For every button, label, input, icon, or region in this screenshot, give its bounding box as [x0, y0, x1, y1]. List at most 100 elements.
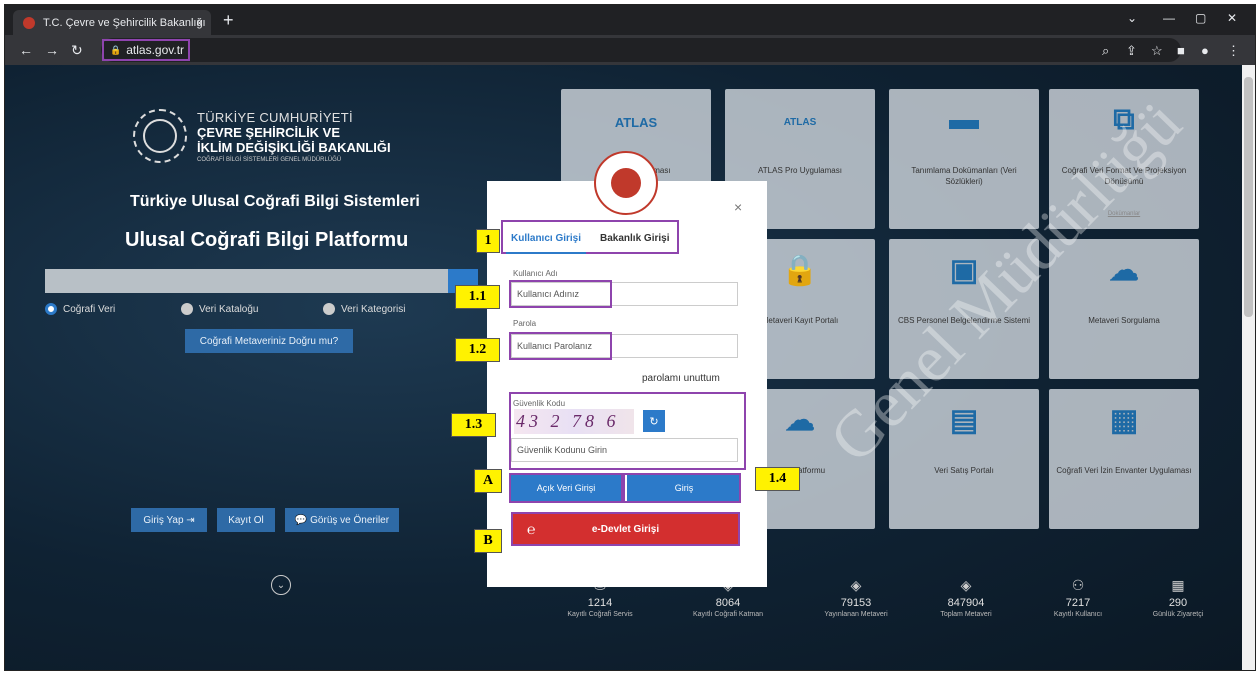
omnibox[interactable]: [101, 38, 1181, 62]
card-title: ATLAS Pro Uygulaması: [758, 166, 842, 175]
stat-label: Günlük Ziyaretçi: [1152, 611, 1204, 618]
cloud-icon: ☁: [1109, 254, 1139, 287]
feedback-icon: 💬: [294, 514, 308, 526]
radio-label: Veri Kataloğu: [199, 303, 259, 315]
ministry-header: TÜRKİYE CUMHURİYETİ ÇEVRE ŞEHİRCİLİK VE …: [133, 109, 391, 163]
security-label: Güvenlik Kodu: [513, 399, 566, 408]
card-format-donusum[interactable]: ⧉ Coğrafi Veri Format Ve Projeksiyon Dön…: [1049, 89, 1199, 229]
url-field[interactable]: 🔒 atlas.gov.tr: [102, 39, 190, 61]
search-input[interactable]: [45, 269, 475, 293]
open-data-highlight: [509, 473, 623, 503]
stat-value: 8064: [715, 597, 741, 609]
platform-subtitle: Türkiye Ulusal Coğrafi Bilgi Sistemleri: [130, 193, 420, 210]
marker-1-2: 1.2: [455, 338, 500, 362]
card-title: Veri Satış Portalı: [934, 466, 994, 475]
browser-window: T.C. Çevre ve Şehircilik Bakanlığı × + ⌄…: [4, 4, 1256, 671]
profile-avatar-icon[interactable]: ●: [1201, 43, 1209, 58]
bookmark-star-icon[interactable]: ☆: [1151, 43, 1163, 59]
security-code-input[interactable]: Güvenlik Kodunu Girin: [511, 438, 738, 462]
card-metaveri-sorgulama[interactable]: ☁ Metaveri Sorgulama: [1049, 239, 1199, 379]
radio-label: Coğrafi Veri: [63, 303, 116, 315]
stat-ziyaretci: ▦ 290 Günlük Ziyaretçi: [1123, 577, 1233, 618]
stat-yayinlanan: ◈ 79153 Yayınlanan Metaveri: [801, 577, 911, 618]
id-card-icon: ▣: [949, 254, 979, 287]
ministry-seal-icon: [594, 151, 658, 215]
menu-icon[interactable]: ⋮: [1227, 43, 1240, 59]
share-icon[interactable]: ⇪: [1126, 43, 1137, 59]
stat-label: Kayıtlı Kullanıcı: [1053, 611, 1103, 618]
radio-dot: [45, 303, 57, 315]
register-button[interactable]: Kayıt Ol: [217, 508, 275, 532]
header-line-2: ÇEVRE ŞEHİRCİLİK VE: [197, 124, 341, 140]
tab-bar: T.C. Çevre ve Şehircilik Bakanlığı × + ⌄…: [5, 5, 1255, 35]
new-tab-button[interactable]: +: [223, 10, 234, 31]
radio-label: Veri Kategorisi: [341, 303, 406, 315]
scroll-down-icon[interactable]: ⌄: [271, 575, 291, 595]
marker-1: 1: [476, 229, 500, 253]
minimize-icon[interactable]: —: [1163, 11, 1175, 25]
maximize-icon[interactable]: ▢: [1195, 11, 1206, 25]
documents-link[interactable]: Dokümanlar: [1049, 211, 1199, 217]
tab-ministry-login[interactable]: Bakanlık Girişi: [600, 233, 669, 244]
feedback-button[interactable]: 💬 Görüş ve Öneriler: [285, 508, 399, 532]
stat-value: 79153: [840, 597, 872, 609]
card-title: CBS Personel Belgelendirme Sistemi: [897, 316, 1031, 325]
forward-icon[interactable]: →: [45, 42, 59, 58]
ministry-logo: [133, 109, 187, 163]
radio-cografi-veri[interactable]: Coğrafi Veri: [45, 303, 115, 315]
card-title: Tanımlama Dokümanları (Veri Sözlükleri): [911, 166, 1017, 186]
modal-close-icon[interactable]: ×: [734, 199, 742, 215]
header-line-3: İKLİM DEĞİŞİKLİĞİ BAKANLIĞI: [197, 139, 391, 155]
header-line-1: TÜRKİYE CUMHURİYETİ: [197, 109, 353, 125]
radio-veri-katalogu[interactable]: Veri Kataloğu: [181, 303, 259, 315]
card-title: Coğrafi Veri İzin Envanter Uygulaması: [1056, 466, 1192, 475]
network-icon: ⧉: [1113, 103, 1135, 136]
marker-1-3: 1.3: [451, 413, 496, 437]
login-label: Giriş Yap: [143, 514, 184, 526]
card-personel-belgelendirme[interactable]: ▣ CBS Personel Belgelendirme Sistemi: [889, 239, 1039, 379]
login-button[interactable]: Giriş Yap ⇥: [131, 508, 207, 532]
marker-1-4: 1.4: [755, 467, 800, 491]
browser-tab[interactable]: T.C. Çevre ve Şehircilik Bakanlığı ×: [13, 10, 211, 35]
users-icon: ⚇: [1071, 577, 1085, 593]
username-highlight: [509, 280, 612, 308]
marker-1-1: 1.1: [455, 285, 500, 309]
edevlet-login-button[interactable]: ℮ e-Devlet Girişi: [511, 512, 740, 546]
card-tanimlama[interactable]: ▬ Tanımlama Dokümanları (Veri Sözlükleri…: [889, 89, 1039, 229]
side-panel-icon[interactable]: ■: [1177, 43, 1185, 58]
radio-veri-kategorisi[interactable]: Veri Kategorisi: [323, 303, 405, 315]
refresh-captcha-icon[interactable]: ↻: [643, 410, 665, 432]
tab-close-icon[interactable]: ×: [196, 16, 203, 30]
marker-b: B: [474, 529, 502, 553]
back-icon[interactable]: ←: [19, 42, 33, 58]
reload-icon[interactable]: ↻: [71, 42, 83, 59]
favicon-icon: [23, 16, 35, 29]
card-veri-satis[interactable]: ▤ Veri Satış Portalı: [889, 389, 1039, 529]
captcha-image: 43 2 78 6: [514, 409, 634, 434]
forgot-password-link[interactable]: parolamı unuttum: [642, 373, 720, 384]
stat-label: Kayıtlı Coğrafi Servis: [567, 611, 633, 618]
window-close-icon[interactable]: ✕: [1227, 11, 1237, 25]
stat-label: Yayınlanan Metaveri: [824, 611, 888, 618]
platform-title: Ulusal Coğrafi Bilgi Platformu: [125, 229, 409, 251]
metadata-check-button[interactable]: Coğrafi Metaveriniz Doğru mu?: [185, 329, 353, 353]
atlas-logo-icon: ATLAS: [614, 115, 658, 130]
zoom-icon[interactable]: ⌕: [1102, 43, 1109, 59]
folder-icon: ▬: [949, 103, 979, 136]
stat-value: 7217: [1065, 597, 1091, 609]
stat-toplam: ◈ 847904 Toplam Metaveri: [911, 577, 1021, 618]
layers-icon: ◈: [960, 577, 972, 593]
stat-value: 290: [1168, 597, 1188, 609]
stat-value: 847904: [947, 597, 985, 609]
card-title: Coğrafi Veri Format Ve Projeksiyon Dönüş…: [1061, 166, 1187, 186]
atlas-pro-logo-icon: ATLAS: [783, 117, 817, 128]
login-submit-highlight: [623, 473, 741, 503]
password-highlight: [509, 332, 612, 360]
tab-title: T.C. Çevre ve Şehircilik Bakanlığı: [43, 16, 206, 29]
tab-search-icon[interactable]: ⌄: [1127, 11, 1137, 25]
scrollbar-thumb[interactable]: [1244, 77, 1253, 317]
tab-user-login[interactable]: Kullanıcı Girişi: [511, 233, 581, 244]
card-title: Metaveri Sorgulama: [1088, 316, 1160, 325]
card-izin-envanter[interactable]: ▦ Coğrafi Veri İzin Envanter Uygulaması: [1049, 389, 1199, 529]
calendar-icon: ▦: [1171, 577, 1185, 593]
